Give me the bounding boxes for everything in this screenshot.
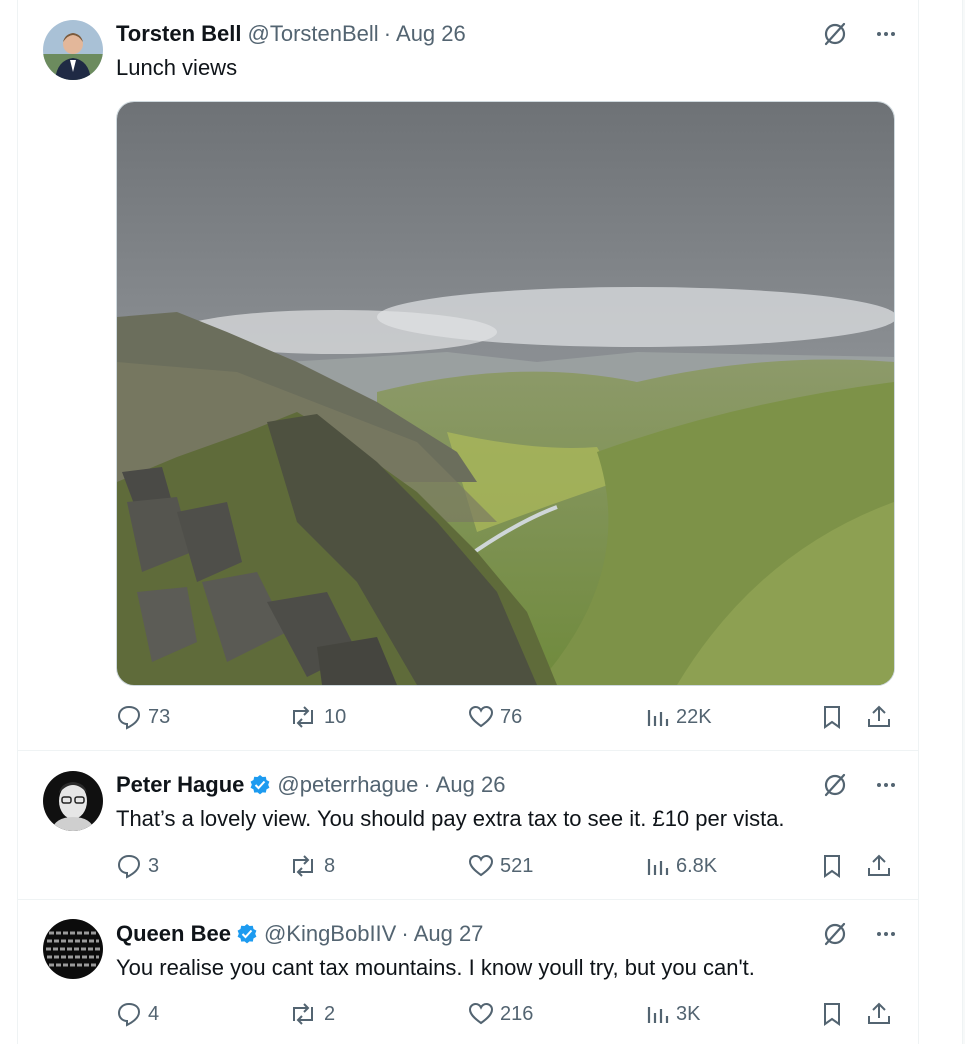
like-button[interactable]: 76 bbox=[468, 702, 522, 732]
views-button[interactable]: 22K bbox=[646, 702, 712, 732]
grok-icon[interactable] bbox=[822, 21, 848, 47]
repost-button[interactable]: 2 bbox=[288, 999, 335, 1029]
like-icon bbox=[468, 1001, 494, 1027]
author-name[interactable]: Torsten Bell bbox=[116, 21, 242, 47]
more-icon[interactable] bbox=[874, 922, 898, 946]
tweet[interactable]: Queen Bee @KingBobIIV · Aug 27 You reali… bbox=[18, 900, 918, 1046]
bookmark-button[interactable] bbox=[820, 999, 850, 1029]
grok-icon[interactable] bbox=[822, 921, 848, 947]
more-icon[interactable] bbox=[874, 22, 898, 46]
reply-count: 3 bbox=[148, 854, 160, 877]
post-date[interactable]: Aug 26 bbox=[396, 21, 466, 47]
separator-dot: · bbox=[383, 21, 392, 46]
avatar[interactable] bbox=[43, 771, 103, 831]
tweet-text: That’s a lovely view. You should pay ext… bbox=[116, 806, 785, 831]
like-count: 76 bbox=[500, 705, 523, 728]
like-icon bbox=[468, 853, 494, 879]
verified-badge-icon bbox=[249, 774, 271, 796]
like-count: 216 bbox=[500, 1002, 534, 1025]
repost-button[interactable]: 10 bbox=[288, 702, 346, 732]
repost-icon bbox=[288, 1001, 318, 1027]
separator-dot: · bbox=[423, 772, 431, 797]
views-button[interactable]: 6.8K bbox=[646, 851, 717, 881]
avatar[interactable] bbox=[43, 20, 103, 80]
tweet[interactable]: Torsten Bell @TorstenBell · Aug 26 Lunch… bbox=[18, 0, 918, 751]
bookmark-icon bbox=[820, 853, 844, 879]
avatar[interactable] bbox=[43, 919, 103, 979]
views-icon bbox=[646, 704, 670, 730]
timeline: Torsten Bell @TorstenBell · Aug 26 Lunch… bbox=[17, 0, 919, 1044]
share-button[interactable] bbox=[866, 702, 898, 732]
tweet[interactable]: Peter Hague @peterrhague · Aug 26 That’s… bbox=[18, 751, 918, 900]
bookmark-icon bbox=[820, 1001, 844, 1027]
tweet-header: Queen Bee @KingBobIIV · Aug 27 bbox=[116, 920, 898, 948]
bookmark-icon bbox=[820, 704, 844, 730]
tweet-text: Lunch views bbox=[116, 55, 238, 80]
repost-icon bbox=[288, 704, 318, 730]
reply-button[interactable]: 73 bbox=[116, 702, 170, 732]
author-handle[interactable]: @TorstenBell bbox=[248, 21, 379, 47]
views-icon bbox=[646, 853, 670, 879]
share-icon bbox=[866, 853, 892, 879]
tweet-actions: 4 2 216 3K bbox=[116, 999, 896, 1029]
bookmark-button[interactable] bbox=[820, 851, 850, 881]
reply-count: 4 bbox=[148, 1002, 160, 1025]
share-icon bbox=[866, 704, 892, 730]
tweet-photo[interactable] bbox=[116, 101, 895, 686]
post-date[interactable]: Aug 27 bbox=[414, 921, 484, 947]
grok-icon[interactable] bbox=[822, 772, 848, 798]
reply-button[interactable]: 3 bbox=[116, 851, 159, 881]
repost-count: 8 bbox=[324, 854, 336, 877]
reply-icon bbox=[116, 704, 142, 730]
tweet-text: You realise you cant tax mountains. I kn… bbox=[116, 955, 755, 980]
reply-count: 73 bbox=[148, 705, 171, 728]
author-name[interactable]: Queen Bee bbox=[116, 921, 231, 947]
tweet-header: Torsten Bell @TorstenBell · Aug 26 bbox=[116, 20, 898, 48]
tweet-actions: 73 10 76 22K bbox=[116, 702, 896, 732]
views-count: 6.8K bbox=[676, 854, 718, 877]
like-button[interactable]: 521 bbox=[468, 851, 533, 881]
more-icon[interactable] bbox=[874, 773, 898, 797]
verified-badge-icon bbox=[236, 923, 258, 945]
repost-count: 10 bbox=[324, 705, 347, 728]
separator-dot: · bbox=[401, 921, 409, 946]
repost-count: 2 bbox=[324, 1002, 336, 1025]
reply-button[interactable]: 4 bbox=[116, 999, 159, 1029]
bookmark-button[interactable] bbox=[820, 702, 850, 732]
author-name[interactable]: Peter Hague bbox=[116, 772, 244, 798]
repost-icon bbox=[288, 853, 318, 879]
share-button[interactable] bbox=[866, 999, 898, 1029]
like-count: 521 bbox=[500, 854, 534, 877]
post-date[interactable]: Aug 26 bbox=[436, 772, 506, 798]
views-count: 22K bbox=[676, 705, 712, 728]
reply-icon bbox=[116, 853, 142, 879]
like-button[interactable]: 216 bbox=[468, 999, 533, 1029]
views-count: 3K bbox=[676, 1002, 701, 1025]
author-handle[interactable]: @KingBobIIV bbox=[264, 921, 396, 947]
views-icon bbox=[646, 1001, 670, 1027]
share-icon bbox=[866, 1001, 892, 1027]
repost-button[interactable]: 8 bbox=[288, 851, 335, 881]
tweet-header: Peter Hague @peterrhague · Aug 26 bbox=[116, 771, 898, 799]
author-handle[interactable]: @peterrhague bbox=[277, 772, 418, 798]
views-button[interactable]: 3K bbox=[646, 999, 700, 1029]
tweet-actions: 3 8 521 6.8K bbox=[116, 851, 896, 881]
like-icon bbox=[468, 704, 494, 730]
share-button[interactable] bbox=[866, 851, 898, 881]
reply-icon bbox=[116, 1001, 142, 1027]
